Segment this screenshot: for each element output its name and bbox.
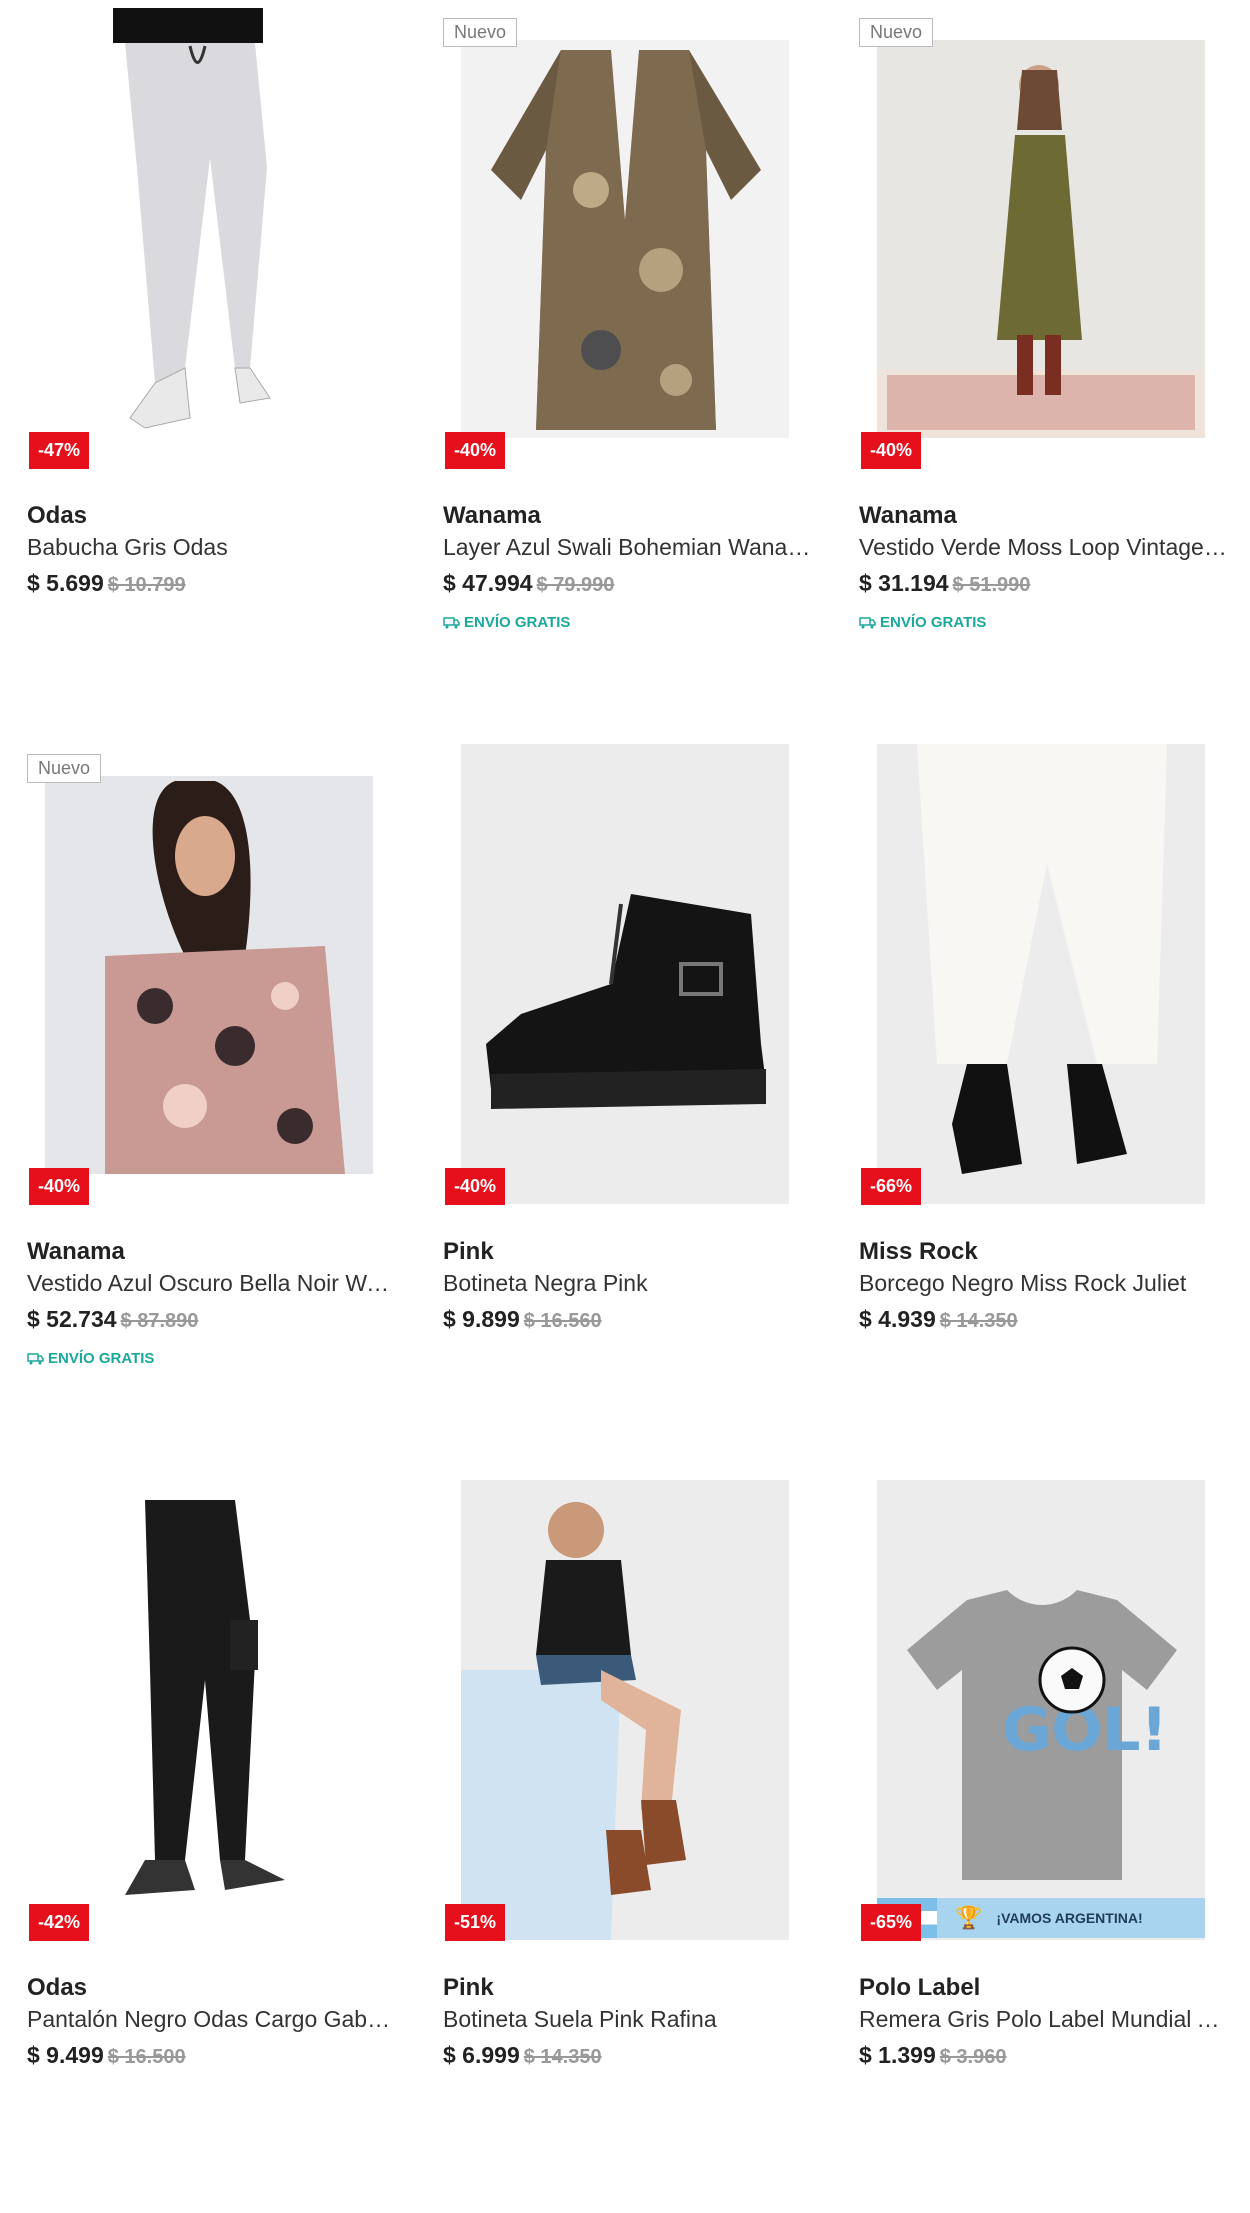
product-name[interactable]: Layer Azul Swali Bohemian Wanama (443, 534, 813, 561)
price-row: $ 6.999 $ 14.350 (443, 2042, 602, 2069)
product-name[interactable]: Babucha Gris Odas (27, 534, 397, 561)
discount-badge: -47% (29, 432, 90, 469)
product-brand[interactable]: Odas (27, 502, 87, 530)
product-brand[interactable]: Odas (27, 1974, 87, 2002)
old-price: $ 79.990 (536, 574, 615, 596)
trophy-icon: 🏆 (955, 1905, 983, 1930)
discount-badge: -40% (861, 432, 922, 469)
black-boot-image[interactable] (461, 744, 789, 1204)
free-shipping-label: ENVÍO GRATIS (443, 614, 570, 631)
price-row: $ 5.699 $ 10.799 (27, 570, 186, 597)
paisley-kimono-image[interactable] (461, 40, 789, 438)
old-price: $ 14.350 (939, 1310, 1018, 1332)
product-brand[interactable]: Polo Label (859, 1974, 980, 2002)
product-image-area[interactable]: -47% (27, 0, 407, 480)
current-price: $ 47.994 (443, 570, 533, 596)
product-image-area[interactable]: Nuevo -40% (443, 0, 823, 480)
current-price: $ 6.999 (443, 2042, 520, 2068)
product-brand[interactable]: Wanama (27, 1238, 125, 1266)
old-price: $ 87.890 (120, 1310, 199, 1332)
free-shipping-label: ENVÍO GRATIS (27, 1350, 154, 1367)
product-name[interactable]: Vestido Verde Moss Loop Vintage Wanama (859, 534, 1229, 561)
discount-badge: -51% (445, 1904, 506, 1941)
current-price: $ 52.734 (27, 1306, 117, 1332)
new-badge: Nuevo (443, 18, 518, 47)
product-image-area[interactable]: Nuevo -40% (859, 0, 1239, 480)
product-image-area[interactable]: GOL! 🏆 ¡VAMOS ARGENTINA! -65% (859, 1472, 1239, 1952)
product-image-area[interactable]: -51% (443, 1472, 823, 1952)
product-card[interactable]: Nuevo -40% Wanama Layer Azul Swali Bohem… (443, 0, 823, 700)
floral-blouse-image[interactable] (45, 776, 373, 1174)
product-card[interactable]: -42% Odas Pantalón Negro Odas Cargo Gaba… (27, 1472, 407, 2172)
free-shipping-text: ENVÍO GRATIS (464, 614, 571, 631)
free-shipping-text: ENVÍO GRATIS (880, 614, 987, 631)
truck-icon (443, 616, 460, 628)
green-dress-image[interactable] (877, 40, 1205, 438)
price-row: $ 47.994 $ 79.990 (443, 570, 614, 597)
discount-badge: -40% (29, 1168, 90, 1205)
product-image-area[interactable]: Nuevo -40% (27, 736, 407, 1216)
grey-joggers-image[interactable] (45, 8, 373, 468)
product-name[interactable]: Borcego Negro Miss Rock Juliet (859, 1270, 1229, 1297)
product-image-area[interactable]: -40% (443, 736, 823, 1216)
black-cargo-pants-image[interactable] (45, 1480, 373, 1940)
current-price: $ 9.499 (27, 2042, 104, 2068)
product-brand[interactable]: Pink (443, 1238, 494, 1266)
product-name[interactable]: Pantalón Negro Odas Cargo Gabardina (27, 2006, 397, 2033)
current-price: $ 4.939 (859, 1306, 936, 1332)
product-card[interactable]: -47% Odas Babucha Gris Odas $ 5.699 $ 10.… (27, 0, 407, 700)
product-card[interactable]: -40% Pink Botineta Negra Pink $ 9.899 $ 1… (443, 736, 823, 1436)
product-brand[interactable]: Wanama (859, 502, 957, 530)
product-name[interactable]: Remera Gris Polo Label Mundial Argentina (859, 2006, 1229, 2033)
product-brand[interactable]: Wanama (443, 502, 541, 530)
product-card[interactable]: -66% Miss Rock Borcego Negro Miss Rock J… (859, 736, 1239, 1436)
product-image-area[interactable]: -42% (27, 1472, 407, 1952)
free-shipping-label: ENVÍO GRATIS (859, 614, 986, 631)
product-card[interactable]: -51% Pink Botineta Suela Pink Rafina $ 6… (443, 1472, 823, 2172)
price-row: $ 9.899 $ 16.560 (443, 1306, 602, 1333)
current-price: $ 1.399 (859, 2042, 936, 2068)
free-shipping-text: ENVÍO GRATIS (48, 1350, 155, 1367)
old-price: $ 16.560 (523, 1310, 602, 1332)
product-name[interactable]: Botineta Suela Pink Rafina (443, 2006, 813, 2033)
price-row: $ 4.939 $ 14.350 (859, 1306, 1018, 1333)
old-price: $ 16.500 (107, 2046, 186, 2068)
brown-boots-image[interactable] (461, 1480, 789, 1940)
discount-badge: -66% (861, 1168, 922, 1205)
current-price: $ 5.699 (27, 570, 104, 596)
product-card[interactable]: GOL! 🏆 ¡VAMOS ARGENTINA! -65% Polo Label… (859, 1472, 1239, 2172)
promo-banner: 🏆 ¡VAMOS ARGENTINA! (877, 1898, 1205, 1938)
price-row: $ 1.399 $ 3.960 (859, 2042, 1006, 2069)
product-name[interactable]: Vestido Azul Oscuro Bella Noir Wanama (27, 1270, 397, 1297)
old-price: $ 14.350 (523, 2046, 602, 2068)
truck-icon (859, 616, 876, 628)
old-price: $ 51.990 (952, 574, 1031, 596)
new-badge: Nuevo (859, 18, 934, 47)
grey-tshirt-image[interactable]: GOL! (877, 1480, 1205, 1940)
truck-icon (27, 1352, 44, 1364)
product-brand[interactable]: Miss Rock (859, 1238, 978, 1266)
current-price: $ 31.194 (859, 570, 949, 596)
old-price: $ 3.960 (939, 2046, 1007, 2068)
promo-banner-text: ¡VAMOS ARGENTINA! (996, 1910, 1143, 1926)
product-brand[interactable]: Pink (443, 1974, 494, 2002)
discount-badge: -42% (29, 1904, 90, 1941)
discount-badge: -65% (861, 1904, 922, 1941)
discount-badge: -40% (445, 432, 506, 469)
product-card[interactable]: Nuevo -40% Wanama Vestido Verde Moss Loo… (859, 0, 1239, 700)
current-price: $ 9.899 (443, 1306, 520, 1332)
price-row: $ 31.194 $ 51.990 (859, 570, 1030, 597)
new-badge: Nuevo (27, 754, 102, 783)
old-price: $ 10.799 (107, 574, 186, 596)
discount-badge: -40% (445, 1168, 506, 1205)
price-row: $ 9.499 $ 16.500 (27, 2042, 186, 2069)
white-pants-boots-image[interactable] (877, 744, 1205, 1204)
price-row: $ 52.734 $ 87.890 (27, 1306, 198, 1333)
product-card[interactable]: Nuevo -40% Wanama Vestido Azul Oscuro Be… (27, 736, 407, 1436)
product-name[interactable]: Botineta Negra Pink (443, 1270, 813, 1297)
product-image-area[interactable]: -66% (859, 736, 1239, 1216)
